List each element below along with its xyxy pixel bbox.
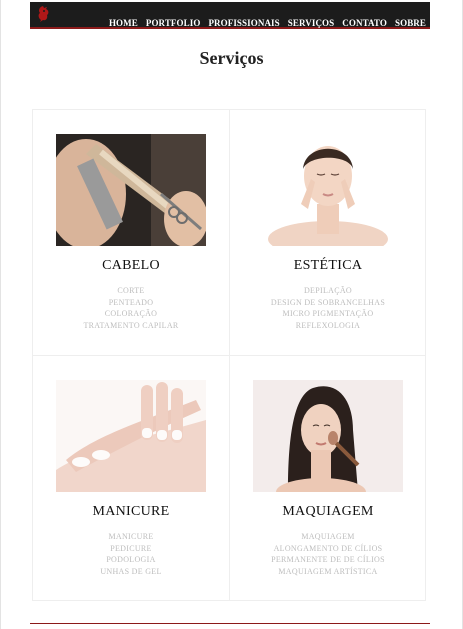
service-item: MICRO PIGMENTAÇÃO <box>282 309 374 318</box>
service-item: DEPILAÇÃO <box>303 286 353 295</box>
main-nav: HOME PORTFOLIO PROFISSIONAIS SERVIÇOS CO… <box>109 18 426 28</box>
service-item: MAQUIAGEM <box>301 532 355 541</box>
service-item: PODOLOGIA <box>106 555 156 564</box>
nav-contato[interactable]: CONTATO <box>342 18 387 28</box>
nav-home[interactable]: HOME <box>109 18 138 28</box>
service-item: PERMANENTE DE DE CÍLIOS <box>271 555 385 564</box>
page-title: Serviços <box>199 48 264 68</box>
service-item: PENTEADO <box>108 297 154 307</box>
nav-sobre[interactable]: SOBRE <box>395 18 426 28</box>
service-list: MAQUIAGEM ALONGAMENTO DE CÍLIOS PERMANEN… <box>230 531 426 577</box>
footer-divider <box>30 623 430 624</box>
service-card-estetica: ESTÉTICA DEPILAÇÃO DESIGN DE SOBRANCELHA… <box>230 110 426 355</box>
service-item: DESIGN DE SOBRANCELHAS <box>270 297 386 307</box>
service-list: DEPILAÇÃO DESIGN DE SOBRANCELHAS MICRO P… <box>230 285 426 331</box>
service-title: MANICURE <box>92 504 170 519</box>
service-item: ALONGAMENTO DE CÍLIOS <box>273 543 383 553</box>
nav-servicos[interactable]: SERVIÇOS <box>288 18 335 28</box>
service-title: ESTÉTICA <box>293 258 363 273</box>
service-item: MAQUIAGEM ARTÍSTICA <box>278 566 378 576</box>
hair-cutting-photo <box>56 134 206 246</box>
service-list: MANICURE PEDICURE PODOLOGIA UNHAS DE GEL <box>33 531 229 577</box>
service-item: COLORAÇÃO <box>104 309 158 318</box>
manicure-hands-photo <box>56 380 206 492</box>
makeup-brush-photo <box>253 380 403 492</box>
service-item: TRATAMENTO CAPILAR <box>83 320 179 330</box>
services-grid: CABELO CORTE PENTEADO COLORAÇÃO TRATAMEN… <box>32 109 426 601</box>
service-item: REFLEXOLOGIA <box>295 320 361 330</box>
dragon-logo-icon[interactable] <box>36 5 50 23</box>
nav-profissionais[interactable]: PROFISSIONAIS <box>208 18 279 28</box>
nav-portfolio[interactable]: PORTFOLIO <box>146 18 201 28</box>
service-title: CABELO <box>102 258 160 273</box>
facial-skincare-photo <box>253 134 403 246</box>
service-card-cabelo: CABELO CORTE PENTEADO COLORAÇÃO TRATAMEN… <box>33 110 229 355</box>
service-item: UNHAS DE GEL <box>100 566 162 576</box>
service-item: PEDICURE <box>110 543 152 553</box>
service-item: MANICURE <box>108 532 154 541</box>
service-item: CORTE <box>117 286 145 295</box>
service-card-maquiagem: MAQUIAGEM MAQUIAGEM ALONGAMENTO DE CÍLIO… <box>230 356 426 601</box>
top-navbar: HOME PORTFOLIO PROFISSIONAIS SERVIÇOS CO… <box>30 2 430 29</box>
service-title: MAQUIAGEM <box>282 504 374 519</box>
service-card-manicure: MANICURE MANICURE PEDICURE PODOLOGIA UNH… <box>33 356 229 601</box>
service-list: CORTE PENTEADO COLORAÇÃO TRATAMENTO CAPI… <box>33 285 229 331</box>
